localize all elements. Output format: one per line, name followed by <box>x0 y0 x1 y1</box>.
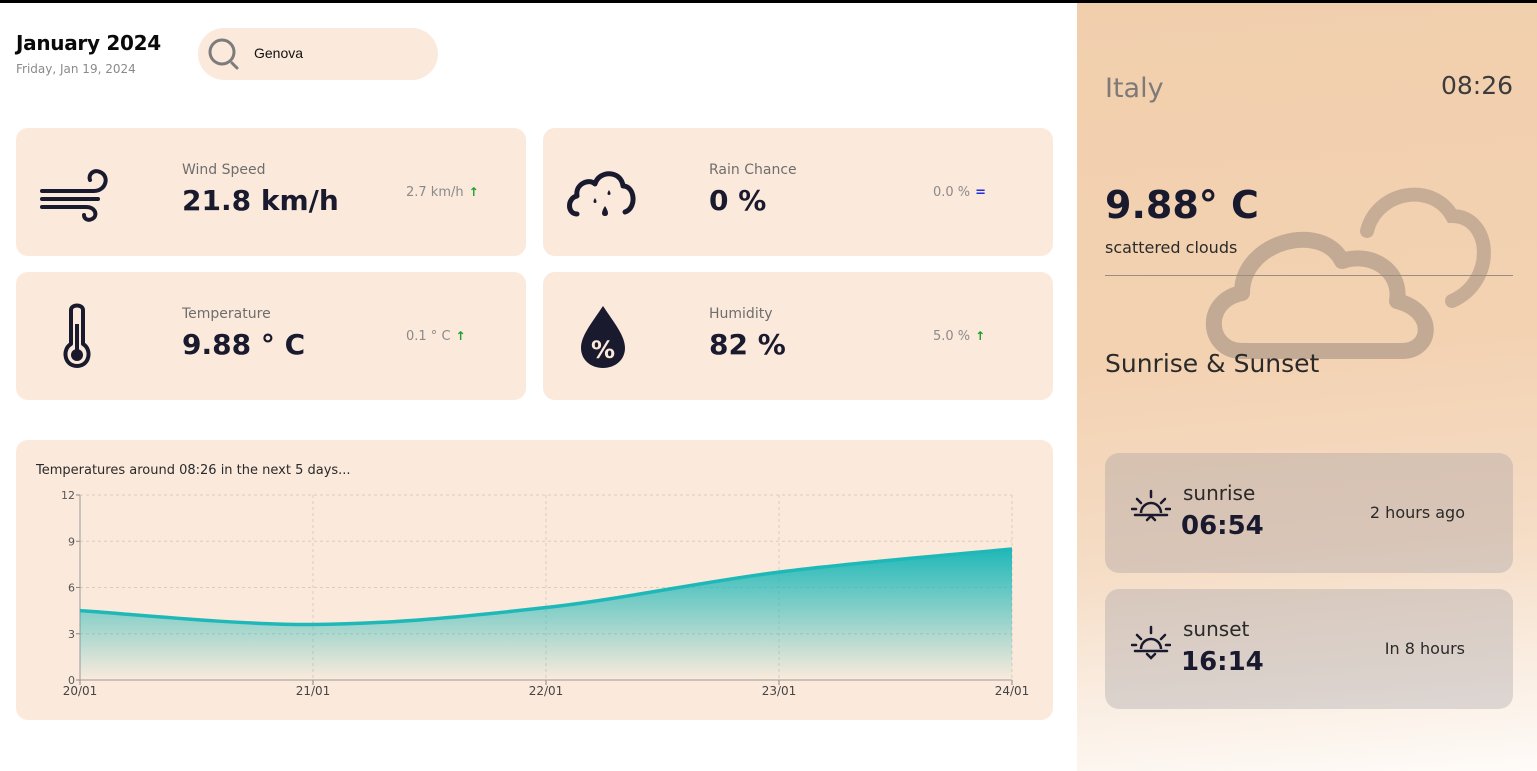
country-name: Italy <box>1105 73 1164 104</box>
x-tick-label: 22/01 <box>529 684 564 698</box>
divider <box>1105 275 1513 276</box>
humidity-drop-icon: % <box>581 306 625 368</box>
y-tick-label: 6 <box>68 582 75 595</box>
humidity-label: Humidity <box>709 306 773 322</box>
location-panel: Italy 08:26 9.88° C scattered clouds Sun… <box>1077 3 1537 771</box>
sunset-time: 16:14 <box>1181 647 1264 677</box>
month-title: January 2024 <box>16 31 161 55</box>
humidity-delta: 5.0 % ↑ <box>933 329 985 344</box>
search-icon[interactable] <box>208 37 242 71</box>
sunrise-time: 06:54 <box>1181 511 1264 541</box>
sunrise-sunset-title: Sunrise & Sunset <box>1105 349 1320 378</box>
y-tick-label: 9 <box>68 535 75 548</box>
local-time: 08:26 <box>1440 71 1513 100</box>
current-date: Friday, Jan 19, 2024 <box>16 62 136 76</box>
y-tick-label: 12 <box>61 489 75 502</box>
trend-up-icon: ↑ <box>455 329 466 343</box>
y-tick-label: 3 <box>68 628 75 641</box>
wind-speed-card: Wind Speed 21.8 km/h 2.7 km/h ↑ <box>16 128 526 256</box>
sunrise-icon <box>1131 489 1171 522</box>
temperature-delta-value: 0.1 ° C <box>406 329 451 344</box>
humidity-card: % Humidity 82 % 5.0 % ↑ <box>543 272 1053 400</box>
current-temperature: 9.88° C <box>1105 183 1259 227</box>
wind-icon <box>40 169 108 222</box>
humidity-delta-value: 5.0 % <box>933 329 971 344</box>
x-tick-label: 21/01 <box>296 684 331 698</box>
rain-chance-value: 0 % <box>709 184 767 217</box>
sunrise-label: sunrise <box>1183 481 1256 505</box>
x-tick-label: 23/01 <box>762 684 797 698</box>
trend-up-icon: ↑ <box>468 185 479 199</box>
rain-chance-label: Rain Chance <box>709 162 797 178</box>
temperature-forecast-chart: 03691220/01 21/01 22/01 23/01 24/01 <box>61 489 1030 698</box>
rain-cloud-icon <box>567 171 636 217</box>
x-tick-label: 20/01 <box>63 684 98 698</box>
sunset-icon <box>1131 625 1171 660</box>
x-tick-label: 24/01 <box>995 684 1030 698</box>
sunset-relative: In 8 hours <box>1384 639 1465 658</box>
rain-chance-delta: 0.0 % = <box>933 185 986 200</box>
wind-speed-delta-value: 2.7 km/h <box>406 185 464 200</box>
temperature-delta: 0.1 ° C ↑ <box>406 329 466 344</box>
temperature-value: 9.88 ° C <box>182 328 306 361</box>
wind-speed-value: 21.8 km/h <box>182 184 339 217</box>
temperature-label: Temperature <box>182 306 271 322</box>
humidity-value: 82 % <box>709 328 786 361</box>
temperature-forecast-chart-card: Temperatures around 08:26 in the next 5 … <box>16 440 1053 720</box>
sunrise-card: sunrise 06:54 2 hours ago <box>1105 453 1513 573</box>
temperature-card: Temperature 9.88 ° C 0.1 ° C ↑ <box>16 272 526 400</box>
trend-up-icon: ↑ <box>975 329 986 343</box>
search-input[interactable]: Genova <box>254 45 303 61</box>
weather-description: scattered clouds <box>1105 238 1238 257</box>
search-bar[interactable]: Genova <box>198 28 438 80</box>
thermometer-icon <box>63 303 91 368</box>
rain-chance-delta-value: 0.0 % <box>933 185 971 200</box>
svg-text:%: % <box>591 336 615 364</box>
trend-equal-icon: = <box>975 185 987 200</box>
sunrise-relative: 2 hours ago <box>1369 503 1465 522</box>
wind-speed-delta: 2.7 km/h ↑ <box>406 185 479 200</box>
sunset-card: sunset 16:14 In 8 hours <box>1105 589 1513 709</box>
wind-speed-label: Wind Speed <box>182 162 266 178</box>
rain-chance-card: Rain Chance 0 % 0.0 % = <box>543 128 1053 256</box>
sunset-label: sunset <box>1183 617 1250 641</box>
